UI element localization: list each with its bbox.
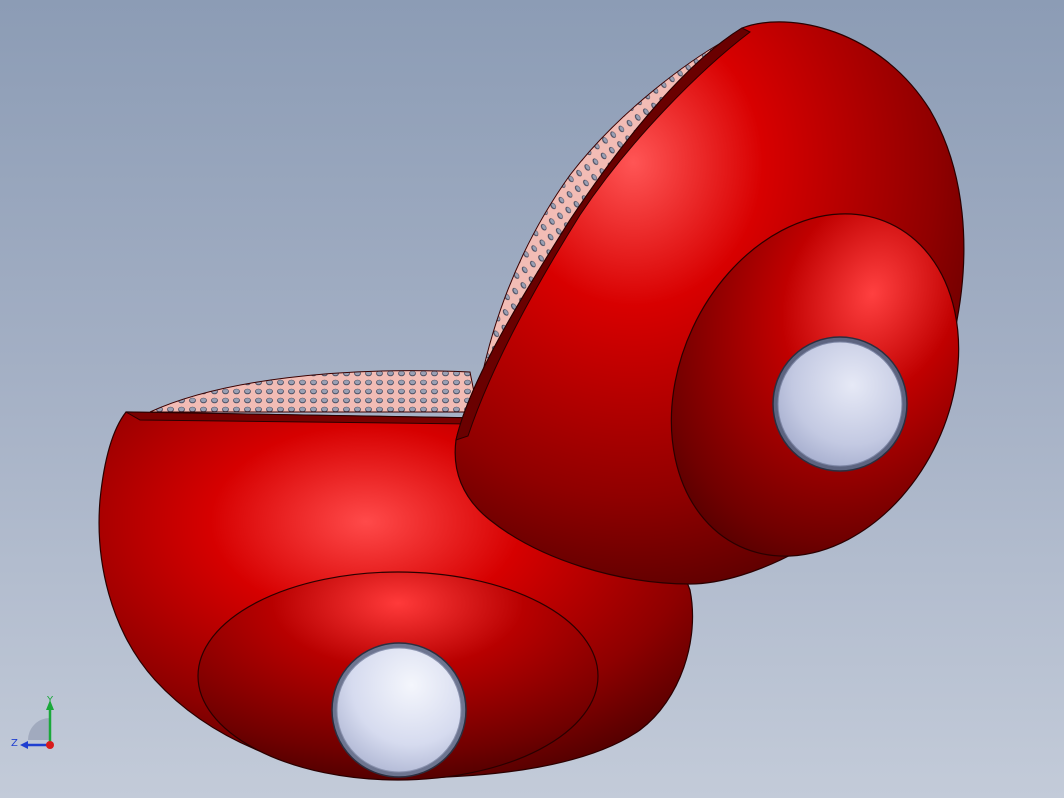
upper-speaker-shell[interactable]: [454, 21, 1012, 604]
triad-plane-shade: [28, 718, 50, 740]
view-orientation-triad[interactable]: Y Z: [11, 695, 54, 749]
z-axis-arrowhead: [20, 741, 28, 749]
z-axis-label: Z: [11, 738, 18, 749]
lower-port: [331, 642, 467, 778]
graphics-viewport[interactable]: Y Z: [0, 0, 1064, 798]
lower-grille: [149, 370, 479, 413]
y-axis-label: Y: [46, 695, 54, 706]
upper-port: [772, 336, 908, 472]
x-axis-dot: [46, 741, 54, 749]
model-view[interactable]: Y Z: [0, 0, 1064, 798]
